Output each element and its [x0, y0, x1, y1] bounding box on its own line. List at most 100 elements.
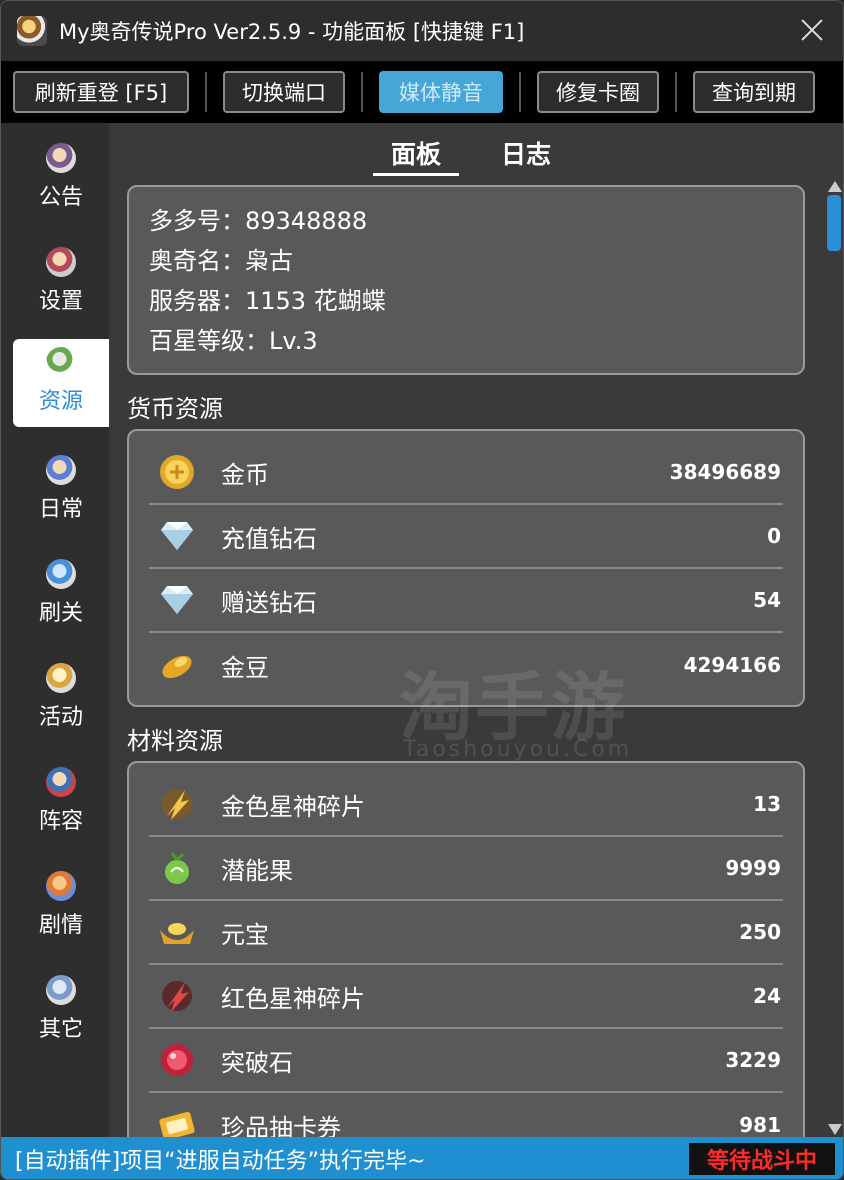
- item-value: 54: [753, 588, 781, 612]
- sidebar-item-label: 公告: [38, 185, 83, 210]
- sidebar-item-stages[interactable]: 刷关: [13, 551, 109, 639]
- list-item: 赠送钻石 54: [149, 569, 783, 633]
- item-name: 元宝: [221, 920, 269, 949]
- sidebar-item-settings[interactable]: 设置: [13, 239, 109, 327]
- list-item: 潜能果 9999: [149, 837, 783, 901]
- status-badge: 等待战斗中: [689, 1143, 835, 1175]
- card-ticket-icon: [159, 1111, 195, 1137]
- materials-section-title: 材料资源: [127, 727, 223, 755]
- list-item: 突破石 3229: [149, 1029, 783, 1093]
- star-level: 百星等级：Lv.3: [149, 327, 318, 355]
- list-item: 珍品抽卡券 981: [149, 1093, 783, 1137]
- item-name: 充值钻石: [221, 524, 317, 553]
- sidebar-item-label: 其它: [38, 1017, 83, 1042]
- diamond-icon: [161, 586, 193, 614]
- scrollbar[interactable]: [825, 179, 843, 1137]
- character-icon: [46, 455, 76, 485]
- list-item: 金色星神碎片 13: [149, 773, 783, 837]
- item-name: 金币: [221, 460, 269, 489]
- switch-port-button[interactable]: 切换端口: [223, 71, 345, 113]
- sidebar-item-label: 剧情: [38, 913, 83, 938]
- sidebar-item-events[interactable]: 活动: [13, 655, 109, 743]
- red-star-shard-icon: [162, 981, 192, 1012]
- item-value: 13: [753, 792, 781, 816]
- title-bar: My奥奇传说Pro Ver2.5.9 - 功能面板 [快捷键 F1]: [1, 1, 843, 61]
- server-name: 服务器：1153 花蝴蝶: [149, 287, 386, 315]
- app-logo-icon: [17, 16, 47, 46]
- sidebar-item-story[interactable]: 剧情: [13, 863, 109, 951]
- window-title: My奥奇传说Pro Ver2.5.9 - 功能面板 [快捷键 F1]: [59, 20, 525, 44]
- sidebar-item-label: 资源: [38, 389, 83, 414]
- sidebar-item-announcement[interactable]: 公告: [13, 135, 109, 223]
- diamond-icon: [161, 522, 193, 550]
- role-name: 奥奇名：枭古: [149, 247, 293, 275]
- item-value: 250: [739, 920, 781, 944]
- sidebar-item-daily[interactable]: 日常: [13, 447, 109, 535]
- tab-log[interactable]: 日志: [501, 135, 551, 171]
- item-name: 赠送钻石: [221, 588, 317, 617]
- gold-ingot-icon: [160, 923, 194, 944]
- item-name: 金色星神碎片: [221, 792, 365, 821]
- item-value: 0: [767, 524, 781, 548]
- item-value: 24: [753, 984, 781, 1008]
- toolbar-divider: [675, 72, 677, 112]
- sidebar-item-label: 活动: [38, 705, 83, 730]
- item-name: 潜能果: [221, 856, 293, 885]
- character-icon: [46, 663, 76, 693]
- character-icon: [46, 247, 76, 277]
- scroll-up-icon[interactable]: [828, 181, 842, 192]
- scroll-thumb[interactable]: [827, 195, 841, 251]
- item-name: 金豆: [221, 653, 269, 682]
- close-icon[interactable]: [797, 15, 827, 45]
- sidebar-item-other[interactable]: 其它: [13, 967, 109, 1055]
- character-icon: [46, 871, 76, 901]
- currency-section-title: 货币资源: [127, 395, 223, 423]
- character-icon: [46, 975, 76, 1005]
- toolbar-divider: [361, 72, 363, 112]
- sidebar: 公告 设置 资源 日常 刷关 活动 阵容 剧情 其它: [1, 123, 109, 1137]
- materials-card: 金色星神碎片 13 潜能果 9999 元宝 250 红色星神碎片 24 突破石: [127, 761, 805, 1137]
- tab-panel[interactable]: 面板: [373, 135, 460, 176]
- watermark-subtitle: Taoshouyou.Com: [403, 737, 633, 762]
- query-expiry-button[interactable]: 查询到期: [693, 71, 815, 113]
- scroll-down-icon[interactable]: [828, 1124, 842, 1135]
- gold-bean-icon: [162, 655, 192, 679]
- toolbar: 刷新重登 [F5] 切换端口 媒体静音 修复卡圈 查询到期: [1, 61, 843, 123]
- character-icon: [46, 143, 76, 173]
- fix-card-button[interactable]: 修复卡圈: [537, 71, 659, 113]
- sidebar-item-label: 日常: [38, 497, 83, 522]
- status-message: [自动插件]项目“进服自动任务”执行完毕~: [15, 1149, 426, 1174]
- list-item: 金币 38496689: [149, 441, 783, 505]
- gold-coin-icon: [160, 455, 194, 489]
- item-name: 红色星神碎片: [221, 984, 365, 1013]
- gold-star-shard-icon: [162, 789, 192, 820]
- character-icon: [46, 559, 76, 589]
- item-name: 珍品抽卡券: [221, 1113, 341, 1138]
- character-icon: [46, 767, 76, 797]
- sidebar-item-resources[interactable]: 资源: [13, 339, 109, 427]
- app-window: My奥奇传说Pro Ver2.5.9 - 功能面板 [快捷键 F1] 刷新重登 …: [0, 0, 844, 1180]
- tab-bar: 面板 日志: [109, 123, 843, 177]
- item-value: 981: [739, 1113, 781, 1137]
- refresh-relogin-button[interactable]: 刷新重登 [F5]: [13, 71, 189, 113]
- item-value: 9999: [725, 856, 781, 880]
- item-name: 突破石: [221, 1048, 293, 1077]
- item-value: 38496689: [669, 460, 781, 484]
- list-item: 充值钻石 0: [149, 505, 783, 569]
- list-item: 元宝 250: [149, 901, 783, 965]
- toolbar-divider: [519, 72, 521, 112]
- sidebar-item-label: 阵容: [38, 809, 83, 834]
- character-icon: [46, 347, 76, 377]
- list-item: 红色星神碎片 24: [149, 965, 783, 1029]
- sidebar-item-label: 刷关: [38, 601, 83, 626]
- toolbar-divider: [205, 72, 207, 112]
- account-card: 多多号：89348888 奥奇名：枭古 服务器：1153 花蝴蝶 百星等级：Lv…: [127, 185, 805, 375]
- status-bar: [自动插件]项目“进服自动任务”执行完毕~ 等待战斗中: [1, 1137, 843, 1179]
- sidebar-item-label: 设置: [38, 289, 83, 314]
- sidebar-item-lineup[interactable]: 阵容: [13, 759, 109, 847]
- item-value: 4294166: [683, 653, 781, 677]
- qq-number: 多多号：89348888: [149, 207, 368, 235]
- item-value: 3229: [725, 1048, 781, 1072]
- main-panel: 面板 日志 多多号：89348888 奥奇名：枭古 服务器：1153 花蝴蝶 百…: [109, 123, 843, 1137]
- media-mute-button[interactable]: 媒体静音: [379, 71, 503, 113]
